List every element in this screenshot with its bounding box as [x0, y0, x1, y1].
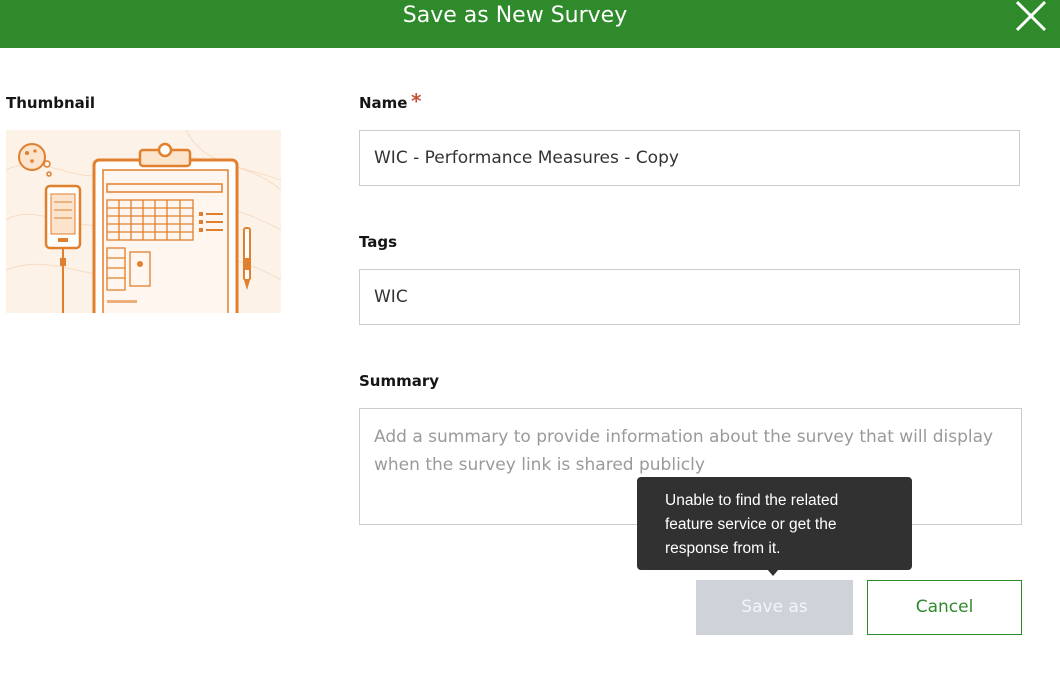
tags-input[interactable] [359, 269, 1020, 325]
summary-label: Summary [359, 372, 440, 390]
dialog-header: Save as New Survey [0, 0, 1060, 48]
dialog-title: Save as New Survey [402, 3, 628, 28]
name-input[interactable] [359, 130, 1020, 186]
close-button[interactable] [1008, 0, 1054, 34]
close-icon [1015, 0, 1047, 32]
thumbnail-image[interactable] [6, 130, 281, 313]
cancel-button[interactable]: Cancel [867, 580, 1022, 635]
name-label: Name [359, 94, 408, 112]
save-as-button[interactable]: Save as [696, 580, 853, 635]
thumbnail-label: Thumbnail [6, 94, 96, 112]
tooltip-arrow [767, 569, 779, 576]
required-marker: * [411, 89, 422, 113]
tags-label: Tags [359, 233, 398, 251]
error-tooltip: Unable to find the related feature servi… [637, 477, 912, 570]
survey-clipboard-illustration-icon [6, 130, 281, 313]
